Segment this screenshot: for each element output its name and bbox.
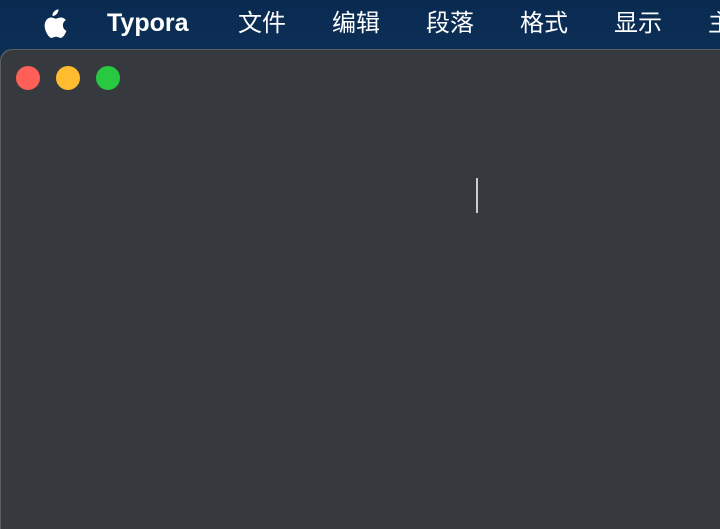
menu-view[interactable]: 显示	[614, 0, 662, 48]
menu-app-typora[interactable]: Typora	[107, 0, 189, 48]
menu-paragraph[interactable]: 段落	[426, 0, 474, 48]
text-cursor	[476, 178, 478, 213]
apple-logo-icon[interactable]	[38, 7, 68, 41]
menu-format[interactable]: 格式	[520, 0, 568, 48]
menu-bar: Typora 文件 编辑 段落 格式 显示 主	[0, 0, 720, 48]
menu-file[interactable]: 文件	[238, 0, 286, 48]
menu-edit[interactable]: 编辑	[332, 0, 380, 48]
typora-window	[0, 49, 720, 529]
editor-area[interactable]	[0, 49, 720, 516]
menu-theme[interactable]: 主	[708, 0, 720, 48]
